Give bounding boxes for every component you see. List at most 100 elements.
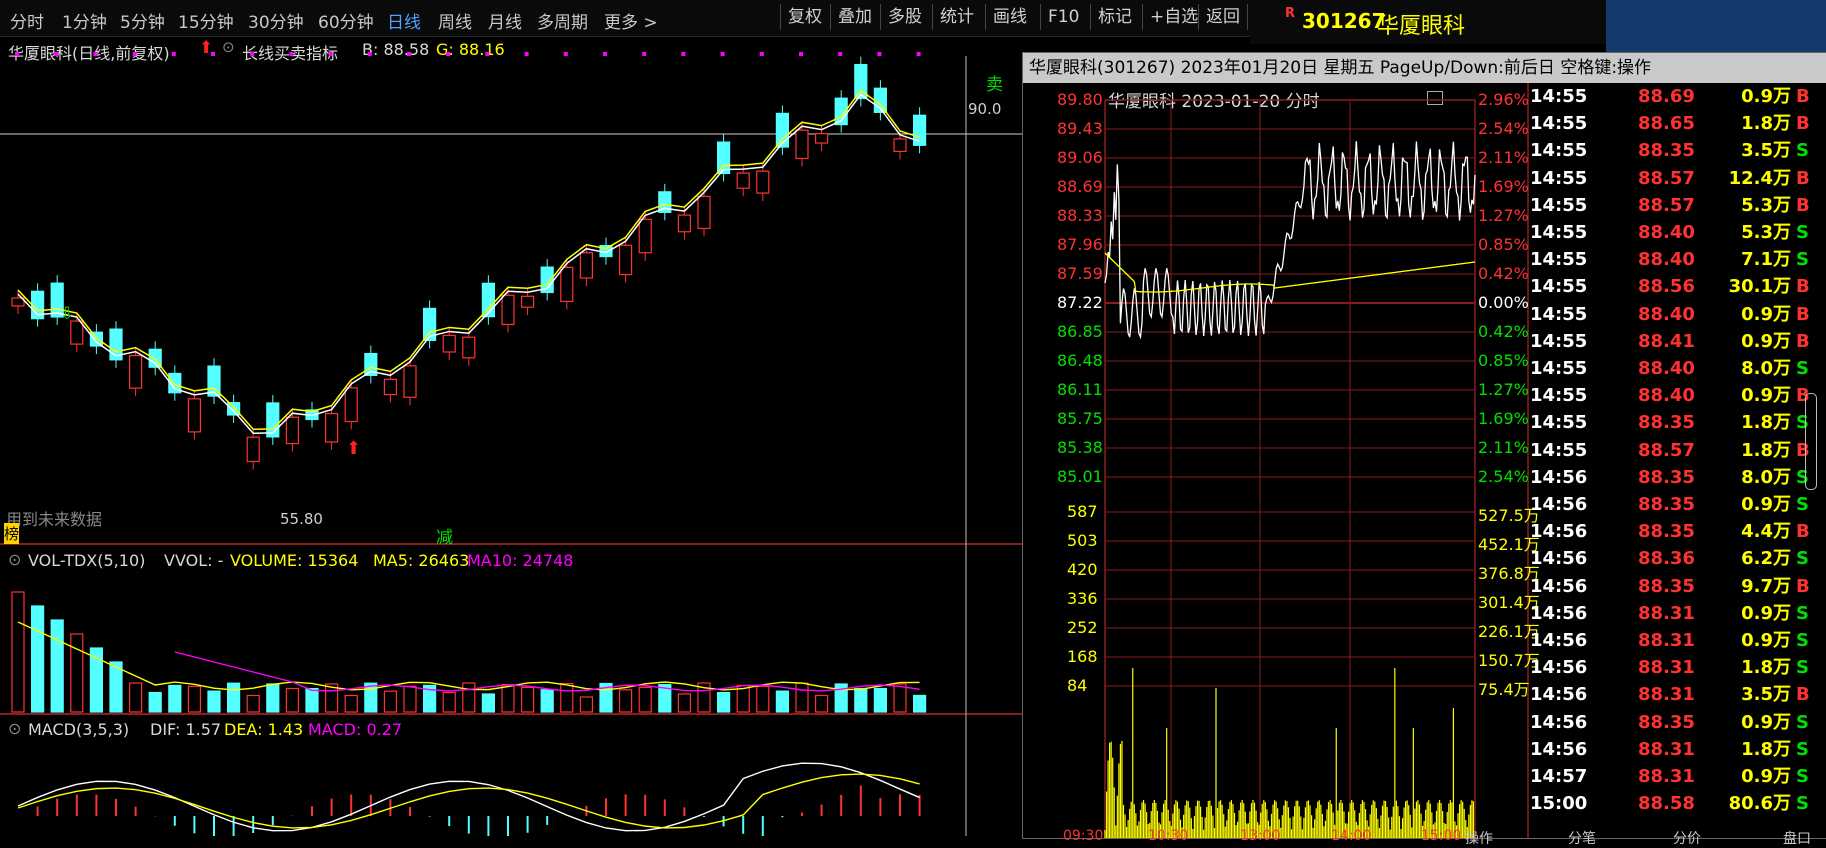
volume-bar (207, 690, 221, 713)
tick-time: 14:55 (1530, 303, 1588, 325)
volume-bar (344, 694, 358, 713)
volume-bar (795, 682, 809, 713)
statistics-button[interactable]: 统计 (932, 4, 981, 30)
high-price-label: 90.0 (968, 100, 1002, 118)
tick-direction: B (1796, 86, 1810, 107)
tick-row: 14:55 88.57 12.4万 B (1528, 165, 1810, 192)
tick-volume: 3.5万 (1741, 140, 1791, 162)
intraday-popup[interactable]: 华厦眼科(301267) 2023年01月20日 星期五 PageUp/Down… (1022, 52, 1826, 847)
tab-orderbook[interactable]: 盘口 (1783, 828, 1811, 848)
candle (638, 218, 652, 254)
percent-axis-label: 2.96% (1478, 90, 1529, 109)
tick-time: 14:55 (1530, 194, 1588, 216)
period-tab-5min[interactable]: 5分钟 (120, 8, 165, 33)
period-tab-monthly[interactable]: 月线 (488, 8, 522, 33)
tick-direction: B (1796, 575, 1810, 597)
volume-axis-label: 252 (1067, 618, 1098, 637)
volume-axis-label: 168 (1067, 647, 1098, 666)
candle (129, 355, 143, 389)
price-axis-label: 87.96 (1057, 235, 1103, 254)
candle (70, 320, 84, 345)
candle (89, 331, 104, 347)
volume-bar (854, 687, 868, 713)
period-tab-30min[interactable]: 30分钟 (248, 8, 304, 33)
macd-dropdown-icon[interactable]: ⊙ (8, 719, 21, 738)
volume-bar (520, 686, 535, 713)
tick-price: 88.57 (1638, 194, 1695, 216)
daily-kline-chart[interactable]: 华厦眼科(日线,前复权) ⬆ ⊙ 长线买卖指标 B: 88.58 G: 88.1… (0, 36, 1026, 836)
tick-list[interactable]: 14:55 88.69 0.9万 B 14:55 88.65 1.8万 B 14:55 88.35… (1528, 83, 1810, 838)
down-arrow-icon: ⇩ (60, 304, 75, 324)
volume-bar (364, 682, 378, 713)
tick-row: 14:55 88.40 0.9万 B (1528, 382, 1810, 409)
op-label[interactable]: 操作 (1465, 828, 1493, 848)
tick-row: 14:55 88.35 1.8万 S (1528, 409, 1809, 436)
tick-direction: B (1796, 276, 1810, 298)
reduce-marker: 减 (436, 528, 453, 548)
tick-volume: 5.3万 (1741, 222, 1791, 243)
candle (814, 133, 829, 144)
tick-time: 14:56 (1530, 521, 1588, 543)
volume-bar (403, 685, 417, 713)
period-tab-60min[interactable]: 60分钟 (318, 8, 374, 33)
tick-time: 14:55 (1530, 358, 1588, 379)
macd-dif-value: DIF: 1.57 (150, 720, 222, 739)
volume-bar (560, 682, 574, 713)
add-watchlist-button[interactable]: +自选 (1142, 4, 1205, 30)
period-tab-intraday[interactable]: 分时 (10, 8, 44, 33)
tick-volume: 8.0万 (1741, 358, 1791, 379)
tick-row: 14:55 88.56 30.1万 B (1528, 273, 1810, 300)
overlay-button[interactable]: 叠加 (830, 4, 879, 30)
period-tab-more[interactable]: 更多 > (604, 8, 658, 33)
volume-bar (168, 684, 182, 713)
period-tab-daily[interactable]: 日线 (387, 8, 421, 33)
period-tab-multi[interactable]: 多周期 (537, 8, 588, 33)
tick-direction: B (1796, 330, 1810, 352)
tab-price-volume[interactable]: 分价 (1673, 828, 1701, 848)
tick-time: 14:55 (1530, 140, 1588, 162)
draw-line-button[interactable]: 画线 (985, 4, 1034, 30)
f10-button[interactable]: F10 (1040, 4, 1086, 30)
price-axis-label: 85.38 (1057, 438, 1103, 457)
period-tab-weekly[interactable]: 周线 (438, 8, 472, 33)
candle (736, 172, 750, 189)
candle (442, 334, 456, 353)
percent-axis-label: 1.69% (1478, 177, 1529, 196)
period-tab-1min[interactable]: 1分钟 (62, 8, 107, 33)
tick-price: 88.56 (1638, 276, 1695, 298)
tick-row: 14:56 88.31 3.5万 B (1528, 681, 1810, 708)
adjust-button[interactable]: 复权 (780, 4, 829, 30)
tick-price: 88.65 (1638, 113, 1695, 135)
vol-dropdown-icon[interactable]: ⊙ (8, 550, 21, 569)
multi-stock-button[interactable]: 多股 (880, 4, 929, 30)
volume-bar (148, 691, 162, 713)
tick-time: 14:55 (1530, 412, 1588, 434)
candle (462, 336, 476, 359)
candle (697, 195, 711, 230)
tick-scrollbar[interactable] (1805, 393, 1817, 490)
tick-price: 88.35 (1638, 466, 1695, 488)
time-axis-label-1: 10:30 (1148, 828, 1189, 844)
volume-bar (638, 686, 652, 713)
tab-trades[interactable]: 分笔 (1568, 828, 1596, 848)
price-axis-label: 88.33 (1057, 206, 1103, 225)
volume-bar (481, 693, 495, 713)
volume-axis-label: 336 (1067, 589, 1098, 608)
volume-bar (70, 633, 84, 713)
percent-axis-label: 1.27% (1478, 206, 1529, 225)
percent-axis-label: 0.85% (1478, 351, 1529, 370)
tick-time: 14:57 (1530, 766, 1588, 787)
tick-price: 88.35 (1638, 140, 1695, 162)
period-tab-15min[interactable]: 15分钟 (178, 8, 234, 33)
rank-badge[interactable]: 榜 (4, 523, 20, 544)
back-button[interactable]: 返回 (1198, 4, 1248, 30)
low-price-label: 55.80 (280, 510, 323, 528)
tick-volume: 12.4万 (1728, 167, 1791, 189)
signal-dot (328, 52, 333, 56)
mark-button[interactable]: 标记 (1090, 4, 1139, 30)
tick-price: 88.35 (1638, 521, 1695, 543)
candle (618, 244, 633, 276)
price-axis-label: 87.59 (1057, 264, 1103, 283)
candle (775, 112, 790, 148)
tick-time: 14:56 (1530, 548, 1588, 570)
